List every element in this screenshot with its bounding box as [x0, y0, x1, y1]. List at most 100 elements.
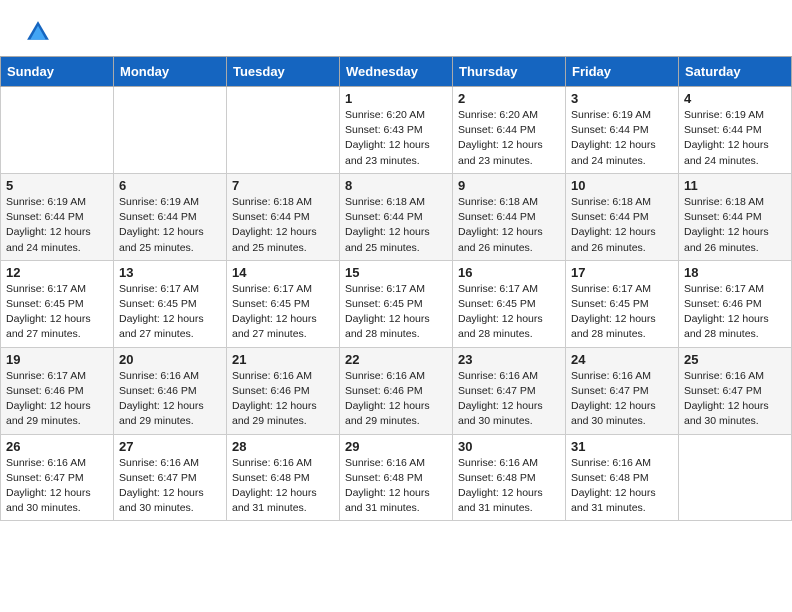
calendar-day-cell: 24Sunrise: 6:16 AM Sunset: 6:47 PM Dayli… — [566, 347, 679, 434]
calendar-day-cell: 29 Sunrise: 6:16 AM Sunset: 6:48 PM Dayli… — [340, 434, 453, 521]
day-number: 3 — [571, 91, 673, 106]
col-header-thursday: Thursday — [453, 57, 566, 87]
day-content: Sunrise: 6:19 AM Sunset: 6:44 PM Dayligh… — [571, 108, 673, 169]
col-header-tuesday: Tuesday — [227, 57, 340, 87]
day-number: 1 — [345, 91, 447, 106]
day-number: 10 — [571, 178, 673, 193]
day-content: Sunrise: 6:16 AM Sunset: 6:47 PM Dayligh… — [6, 456, 108, 517]
day-content: Sunrise: 6:16 AM Sunset: 6:46 PM Dayligh… — [232, 369, 334, 430]
calendar-header-row: SundayMondayTuesdayWednesdayThursdayFrid… — [1, 57, 792, 87]
day-content: Sunrise: 6:16 AM Sunset: 6:48 PM Dayligh… — [571, 456, 673, 517]
calendar-empty-cell — [1, 87, 114, 174]
calendar-day-cell: 28 Sunrise: 6:16 AM Sunset: 6:48 PM Dayli… — [227, 434, 340, 521]
calendar-day-cell: 7Sunrise: 6:18 AM Sunset: 6:44 PM Daylig… — [227, 173, 340, 260]
day-content: Sunrise: 6:16 AM Sunset: 6:48 PM Dayligh… — [345, 456, 447, 517]
page-header — [0, 0, 792, 56]
day-content: Sunrise: 6:16 AM Sunset: 6:46 PM Dayligh… — [119, 369, 221, 430]
calendar-table: SundayMondayTuesdayWednesdayThursdayFrid… — [0, 56, 792, 521]
calendar-day-cell: 1 Sunrise: 6:20 AM Sunset: 6:43 PM Daylig… — [340, 87, 453, 174]
day-number: 5 — [6, 178, 108, 193]
day-content: Sunrise: 6:17 AM Sunset: 6:45 PM Dayligh… — [571, 282, 673, 343]
day-number: 20 — [119, 352, 221, 367]
day-content: Sunrise: 6:17 AM Sunset: 6:46 PM Dayligh… — [6, 369, 108, 430]
day-content: Sunrise: 6:18 AM Sunset: 6:44 PM Dayligh… — [571, 195, 673, 256]
calendar-day-cell: 16 Sunrise: 6:17 AM Sunset: 6:45 PM Dayli… — [453, 260, 566, 347]
day-number: 24 — [571, 352, 673, 367]
day-content: Sunrise: 6:17 AM Sunset: 6:45 PM Dayligh… — [6, 282, 108, 343]
day-number: 22 — [345, 352, 447, 367]
day-content: Sunrise: 6:16 AM Sunset: 6:47 PM Dayligh… — [684, 369, 786, 430]
day-number: 29 — [345, 439, 447, 454]
day-number: 12 — [6, 265, 108, 280]
day-number: 30 — [458, 439, 560, 454]
calendar-day-cell: 23 Sunrise: 6:16 AM Sunset: 6:47 PM Dayli… — [453, 347, 566, 434]
day-content: Sunrise: 6:18 AM Sunset: 6:44 PM Dayligh… — [345, 195, 447, 256]
day-number: 31 — [571, 439, 673, 454]
day-number: 14 — [232, 265, 334, 280]
calendar-day-cell: 11 Sunrise: 6:18 AM Sunset: 6:44 PM Dayli… — [679, 173, 792, 260]
day-content: Sunrise: 6:16 AM Sunset: 6:48 PM Dayligh… — [458, 456, 560, 517]
calendar-day-cell: 14 Sunrise: 6:17 AM Sunset: 6:45 PM Dayli… — [227, 260, 340, 347]
col-header-sunday: Sunday — [1, 57, 114, 87]
day-content: Sunrise: 6:16 AM Sunset: 6:47 PM Dayligh… — [119, 456, 221, 517]
calendar-week-row: 26 Sunrise: 6:16 AM Sunset: 6:47 PM Dayli… — [1, 434, 792, 521]
calendar-day-cell: 27Sunrise: 6:16 AM Sunset: 6:47 PM Dayli… — [114, 434, 227, 521]
calendar-day-cell: 30 Sunrise: 6:16 AM Sunset: 6:48 PM Dayli… — [453, 434, 566, 521]
day-content: Sunrise: 6:16 AM Sunset: 6:48 PM Dayligh… — [232, 456, 334, 517]
day-number: 17 — [571, 265, 673, 280]
calendar-day-cell: 26 Sunrise: 6:16 AM Sunset: 6:47 PM Dayli… — [1, 434, 114, 521]
day-content: Sunrise: 6:17 AM Sunset: 6:45 PM Dayligh… — [232, 282, 334, 343]
day-content: Sunrise: 6:17 AM Sunset: 6:45 PM Dayligh… — [119, 282, 221, 343]
day-number: 11 — [684, 178, 786, 193]
day-number: 23 — [458, 352, 560, 367]
calendar-week-row: 19 Sunrise: 6:17 AM Sunset: 6:46 PM Dayli… — [1, 347, 792, 434]
day-content: Sunrise: 6:18 AM Sunset: 6:44 PM Dayligh… — [458, 195, 560, 256]
logo — [24, 18, 56, 46]
calendar-day-cell: 22 Sunrise: 6:16 AM Sunset: 6:46 PM Dayli… — [340, 347, 453, 434]
calendar-empty-cell — [679, 434, 792, 521]
day-number: 25 — [684, 352, 786, 367]
calendar-day-cell: 21 Sunrise: 6:16 AM Sunset: 6:46 PM Dayli… — [227, 347, 340, 434]
calendar-week-row: 1 Sunrise: 6:20 AM Sunset: 6:43 PM Daylig… — [1, 87, 792, 174]
day-content: Sunrise: 6:19 AM Sunset: 6:44 PM Dayligh… — [6, 195, 108, 256]
day-content: Sunrise: 6:20 AM Sunset: 6:43 PM Dayligh… — [345, 108, 447, 169]
day-content: Sunrise: 6:16 AM Sunset: 6:47 PM Dayligh… — [458, 369, 560, 430]
day-content: Sunrise: 6:17 AM Sunset: 6:46 PM Dayligh… — [684, 282, 786, 343]
day-number: 18 — [684, 265, 786, 280]
calendar-week-row: 12 Sunrise: 6:17 AM Sunset: 6:45 PM Dayli… — [1, 260, 792, 347]
calendar-day-cell: 31 Sunrise: 6:16 AM Sunset: 6:48 PM Dayli… — [566, 434, 679, 521]
col-header-wednesday: Wednesday — [340, 57, 453, 87]
day-content: Sunrise: 6:19 AM Sunset: 6:44 PM Dayligh… — [119, 195, 221, 256]
day-number: 6 — [119, 178, 221, 193]
calendar-empty-cell — [114, 87, 227, 174]
day-number: 26 — [6, 439, 108, 454]
col-header-friday: Friday — [566, 57, 679, 87]
col-header-monday: Monday — [114, 57, 227, 87]
calendar-week-row: 5 Sunrise: 6:19 AM Sunset: 6:44 PM Daylig… — [1, 173, 792, 260]
col-header-saturday: Saturday — [679, 57, 792, 87]
calendar-day-cell: 2Sunrise: 6:20 AM Sunset: 6:44 PM Daylig… — [453, 87, 566, 174]
calendar-day-cell: 19 Sunrise: 6:17 AM Sunset: 6:46 PM Dayli… — [1, 347, 114, 434]
day-number: 16 — [458, 265, 560, 280]
calendar-day-cell: 13 Sunrise: 6:17 AM Sunset: 6:45 PM Dayli… — [114, 260, 227, 347]
day-number: 19 — [6, 352, 108, 367]
day-number: 21 — [232, 352, 334, 367]
day-number: 13 — [119, 265, 221, 280]
calendar-day-cell: 6 Sunrise: 6:19 AM Sunset: 6:44 PM Daylig… — [114, 173, 227, 260]
calendar-day-cell: 20 Sunrise: 6:16 AM Sunset: 6:46 PM Dayli… — [114, 347, 227, 434]
day-number: 28 — [232, 439, 334, 454]
day-content: Sunrise: 6:19 AM Sunset: 6:44 PM Dayligh… — [684, 108, 786, 169]
day-content: Sunrise: 6:16 AM Sunset: 6:46 PM Dayligh… — [345, 369, 447, 430]
day-number: 9 — [458, 178, 560, 193]
day-content: Sunrise: 6:17 AM Sunset: 6:45 PM Dayligh… — [458, 282, 560, 343]
day-content: Sunrise: 6:18 AM Sunset: 6:44 PM Dayligh… — [684, 195, 786, 256]
day-content: Sunrise: 6:18 AM Sunset: 6:44 PM Dayligh… — [232, 195, 334, 256]
calendar-day-cell: 4Sunrise: 6:19 AM Sunset: 6:44 PM Daylig… — [679, 87, 792, 174]
calendar-day-cell: 10 Sunrise: 6:18 AM Sunset: 6:44 PM Dayli… — [566, 173, 679, 260]
calendar-day-cell: 17 Sunrise: 6:17 AM Sunset: 6:45 PM Dayli… — [566, 260, 679, 347]
day-number: 8 — [345, 178, 447, 193]
calendar-day-cell: 18 Sunrise: 6:17 AM Sunset: 6:46 PM Dayli… — [679, 260, 792, 347]
calendar-day-cell: 25 Sunrise: 6:16 AM Sunset: 6:47 PM Dayli… — [679, 347, 792, 434]
calendar-day-cell: 15Sunrise: 6:17 AM Sunset: 6:45 PM Dayli… — [340, 260, 453, 347]
logo-icon — [24, 18, 52, 46]
